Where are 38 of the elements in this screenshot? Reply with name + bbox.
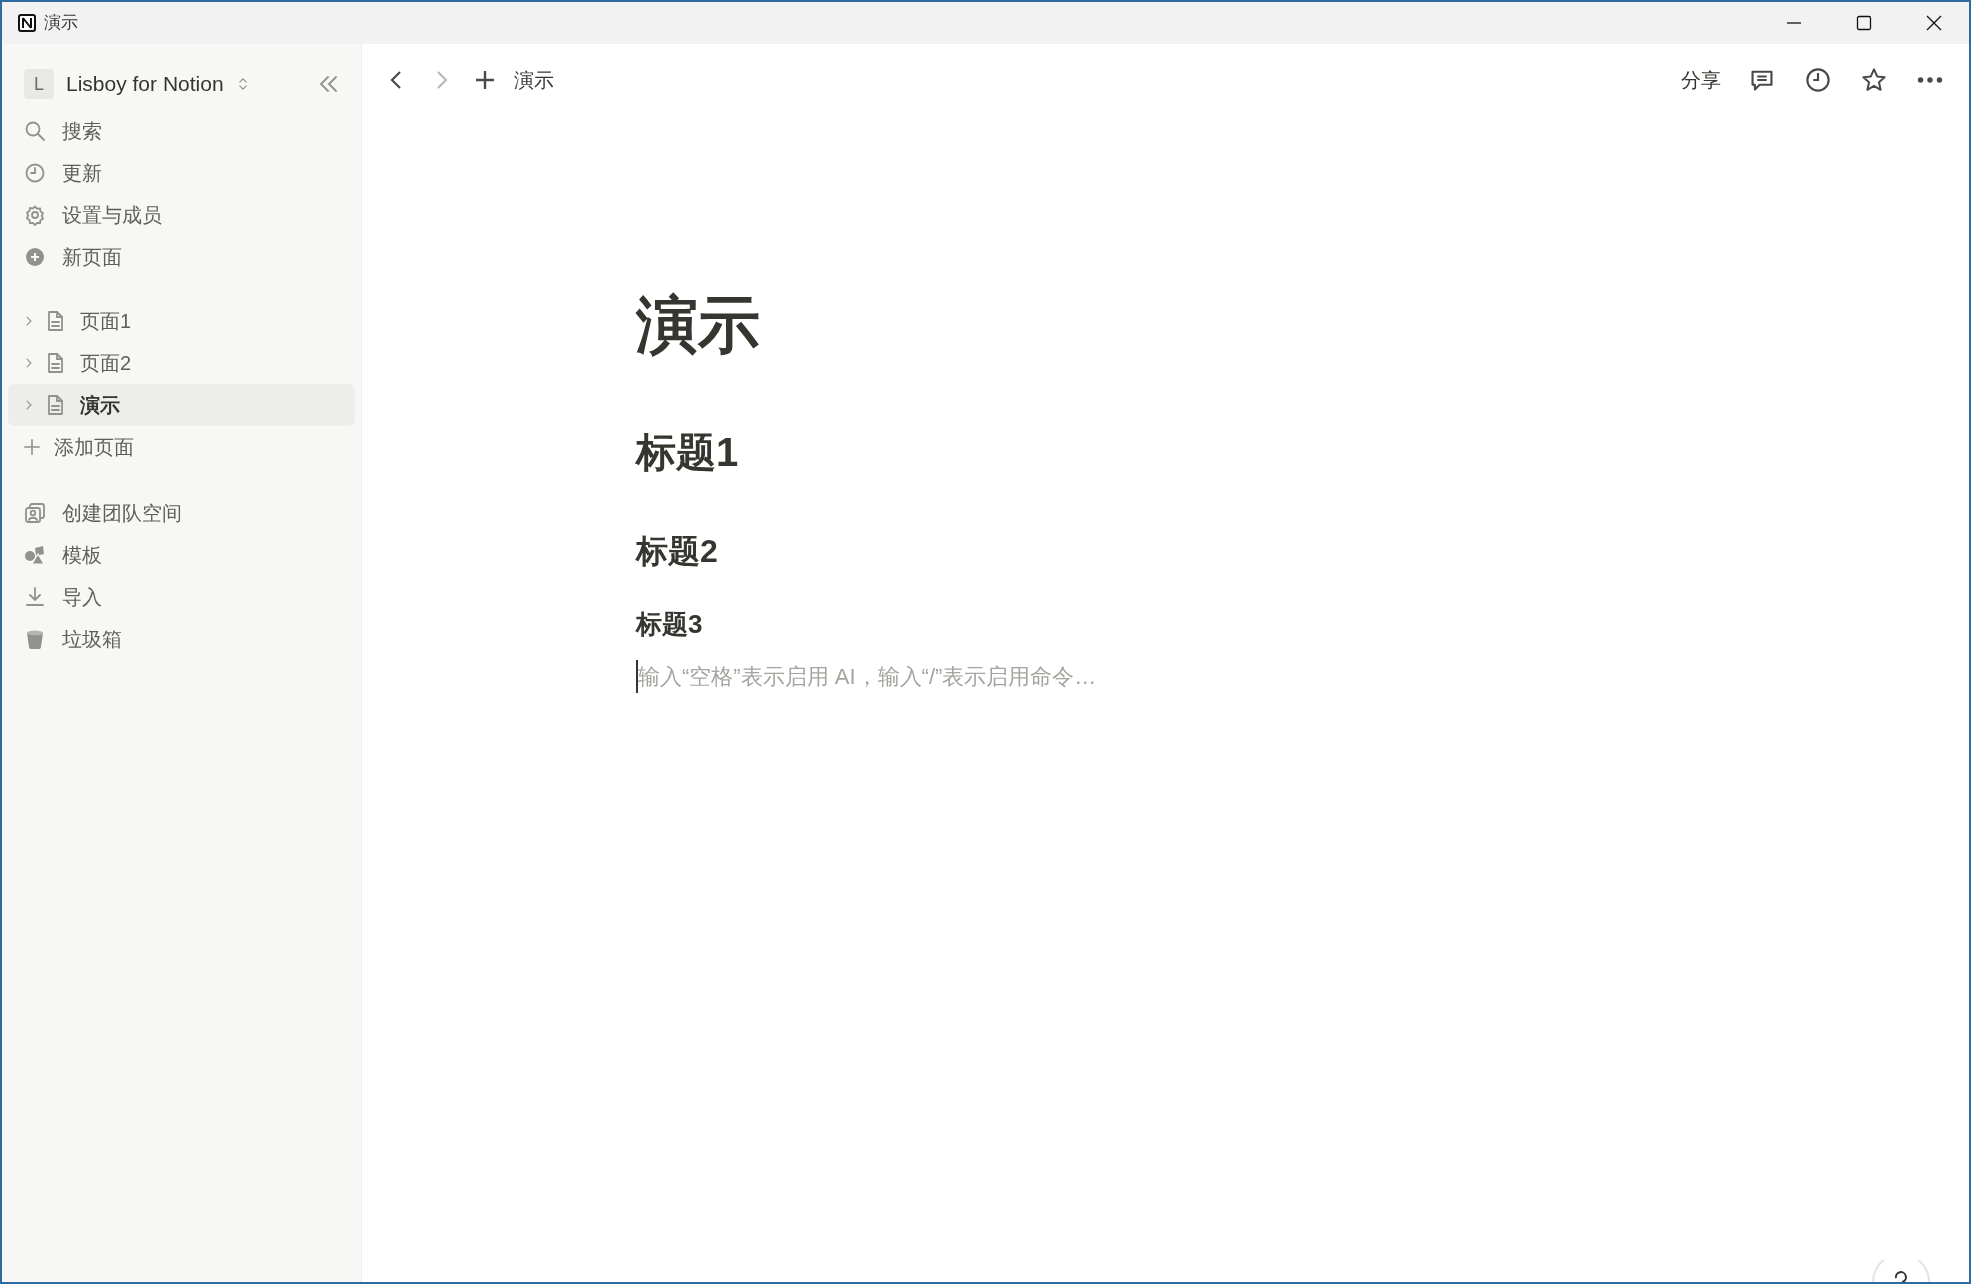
plus-icon	[22, 437, 42, 457]
heading[interactable]: 标题3	[636, 608, 1969, 640]
help-icon[interactable]	[1871, 1260, 1931, 1282]
sidebar-item[interactable]: 更新	[8, 152, 355, 194]
trash-can-icon	[24, 628, 46, 650]
search-icon	[24, 120, 46, 142]
page-item[interactable]: 演示	[8, 384, 355, 426]
clock-icon	[24, 162, 46, 184]
heading[interactable]: 标题2	[636, 532, 1969, 571]
sidebar-item[interactable]: 垃圾箱	[8, 618, 355, 660]
sidebar-item[interactable]: 导入	[8, 576, 355, 618]
workspace-name[interactable]: Lisboy for Notion	[66, 68, 224, 100]
sidebar-item[interactable]: 模板	[8, 534, 355, 576]
app-logo-icon	[18, 14, 36, 32]
download-icon	[24, 586, 46, 608]
settings-icon	[24, 204, 46, 226]
breadcrumb-link[interactable]: 演示	[514, 65, 554, 95]
workspace-avatar: L	[24, 69, 54, 99]
close-icon[interactable]	[1926, 15, 1942, 31]
page-item[interactable]: 页面2	[8, 342, 355, 384]
sidebar-item[interactable]: 搜索	[8, 110, 355, 152]
plus-circle-icon	[24, 246, 46, 268]
heading[interactable]: 标题1	[636, 428, 1969, 477]
shapes-icon	[24, 544, 46, 566]
clock-icon[interactable]	[1805, 67, 1831, 93]
sidebar-item[interactable]: 创建团队空间	[8, 492, 355, 534]
share-button[interactable]: 分享	[1675, 61, 1727, 99]
add-page-item[interactable]: 添加页面	[8, 426, 355, 468]
window-title: 演示	[44, 12, 78, 35]
plus-icon[interactable]	[474, 69, 496, 91]
maximize-icon[interactable]	[1856, 15, 1872, 31]
team-icon	[24, 502, 46, 524]
page-title[interactable]: 演示	[636, 288, 1969, 363]
sidebar-item[interactable]: 设置与成员	[8, 194, 355, 236]
star-icon[interactable]	[1861, 67, 1887, 93]
page-item[interactable]: 页面1	[8, 300, 355, 342]
collapse-sidebar-icon[interactable]	[317, 73, 339, 95]
sidebar-item[interactable]: 新页面	[8, 236, 355, 278]
